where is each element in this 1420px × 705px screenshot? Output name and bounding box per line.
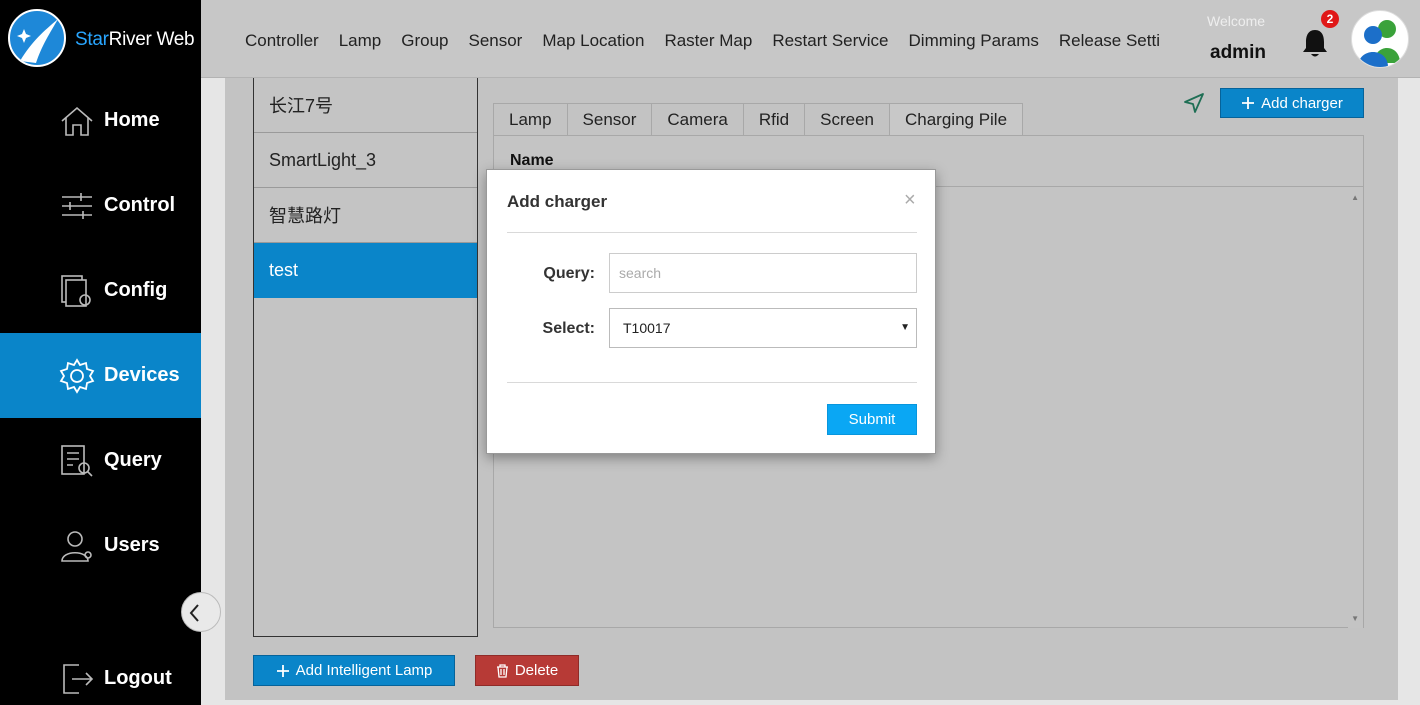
- avatar[interactable]: [1351, 10, 1409, 68]
- submit-button[interactable]: Submit: [827, 404, 917, 435]
- collapse-sidebar-button[interactable]: [181, 592, 221, 632]
- plus-icon: [1242, 97, 1255, 109]
- tab-rfid[interactable]: Rfid: [742, 103, 805, 136]
- tab-charging-pile[interactable]: Charging Pile: [888, 103, 1024, 136]
- sidebar-item-label: Devices: [104, 364, 180, 386]
- column-header-name: Name: [510, 152, 554, 169]
- add-lamp-label: Add Intelligent Lamp: [295, 662, 433, 679]
- scroll-down-icon[interactable]: ▼: [1351, 614, 1359, 623]
- scroll-up-icon[interactable]: ▲: [1351, 193, 1359, 202]
- config-icon: [61, 274, 91, 307]
- list-item[interactable]: 智慧路灯: [254, 188, 477, 243]
- logout-icon: [63, 663, 94, 694]
- delete-button[interactable]: Delete: [475, 655, 579, 686]
- tab-lamp[interactable]: Lamp: [493, 103, 567, 136]
- dialog-divider: [507, 232, 917, 233]
- sidebar-item-home[interactable]: Home: [0, 78, 201, 163]
- list-item[interactable]: SmartLight_3: [254, 133, 477, 188]
- select-label: Select:: [542, 320, 595, 337]
- topnav-sensor[interactable]: Sensor: [468, 31, 522, 51]
- query-icon: [61, 444, 93, 477]
- sidebar-item-label: Control: [104, 194, 176, 216]
- sidebar-item-config[interactable]: Config: [0, 248, 201, 333]
- topnav-map-location[interactable]: Map Location: [542, 31, 644, 51]
- username: admin: [1210, 42, 1266, 63]
- close-icon[interactable]: ×: [904, 189, 916, 212]
- add-charger-button[interactable]: Add charger: [1220, 88, 1364, 118]
- device-list: 长江7号 SmartLight_3 智慧路灯 test: [253, 78, 478, 637]
- search-input[interactable]: [609, 253, 917, 293]
- tab-screen[interactable]: Screen: [804, 103, 889, 136]
- charger-select[interactable]: T10017 ▼: [609, 308, 917, 348]
- home-icon: [61, 106, 93, 136]
- sidebar-item-users[interactable]: Users: [0, 503, 201, 588]
- scrollbar[interactable]: [1348, 187, 1363, 628]
- location-arrow-icon[interactable]: [1183, 92, 1205, 114]
- select-value: T10017: [623, 320, 671, 336]
- plus-icon: [276, 664, 289, 677]
- user-icon: [61, 530, 92, 562]
- sliders-icon: [62, 192, 92, 219]
- add-charger-label: Add charger: [1261, 94, 1343, 112]
- top-nav: Controller Lamp Group Sensor Map Locatio…: [245, 31, 1180, 51]
- top-bar: Controller Lamp Group Sensor Map Locatio…: [201, 0, 1420, 78]
- topnav-dimming-params[interactable]: Dimming Params: [909, 31, 1039, 51]
- sidebar-item-label: Home: [104, 109, 160, 131]
- dialog-title: Add charger: [507, 192, 608, 211]
- topnav-controller[interactable]: Controller: [245, 31, 319, 51]
- logo-icon: [8, 9, 66, 67]
- brand-name: StarRiver Web: [75, 29, 195, 50]
- trash-icon: [496, 663, 508, 678]
- tab-camera[interactable]: Camera: [651, 103, 743, 136]
- topnav-raster-map[interactable]: Raster Map: [664, 31, 752, 51]
- tab-sensor[interactable]: Sensor: [566, 103, 652, 136]
- chevron-left-icon: [189, 604, 199, 622]
- sidebar-item-control[interactable]: Control: [0, 163, 201, 248]
- logout-button[interactable]: Logout: [0, 636, 201, 705]
- dialog-divider: [507, 382, 917, 383]
- list-item[interactable]: test: [254, 243, 477, 298]
- sidebar: StarRiver Web Home Control Config Device…: [0, 0, 201, 705]
- welcome-text: Welcome: [1207, 13, 1266, 29]
- list-item[interactable]: 长江7号: [254, 78, 477, 133]
- topnav-lamp[interactable]: Lamp: [339, 31, 382, 51]
- logout-label: Logout: [104, 667, 172, 689]
- gear-icon: [59, 357, 95, 394]
- notification-badge: 2: [1321, 10, 1339, 28]
- bell-icon[interactable]: [1302, 28, 1328, 58]
- device-tabs: Lamp Sensor Camera Rfid Screen Charging …: [493, 103, 1024, 136]
- topnav-release-settings[interactable]: Release Setti: [1059, 31, 1160, 51]
- sidebar-item-devices[interactable]: Devices: [0, 333, 201, 418]
- add-intelligent-lamp-button[interactable]: Add Intelligent Lamp: [253, 655, 455, 686]
- caret-down-icon: ▼: [900, 322, 910, 333]
- topnav-group[interactable]: Group: [401, 31, 448, 51]
- sidebar-item-label: Users: [104, 534, 160, 556]
- add-charger-dialog: Add charger × Query: Select: T10017 ▼ Su…: [486, 169, 936, 454]
- delete-label: Delete: [514, 662, 559, 679]
- sidebar-item-label: Config: [104, 279, 168, 301]
- query-label: Query:: [543, 265, 595, 282]
- sidebar-item-label: Query: [104, 449, 162, 471]
- sidebar-item-query[interactable]: Query: [0, 418, 201, 503]
- logo: StarRiver Web: [0, 0, 201, 78]
- topnav-restart-service[interactable]: Restart Service: [772, 31, 888, 51]
